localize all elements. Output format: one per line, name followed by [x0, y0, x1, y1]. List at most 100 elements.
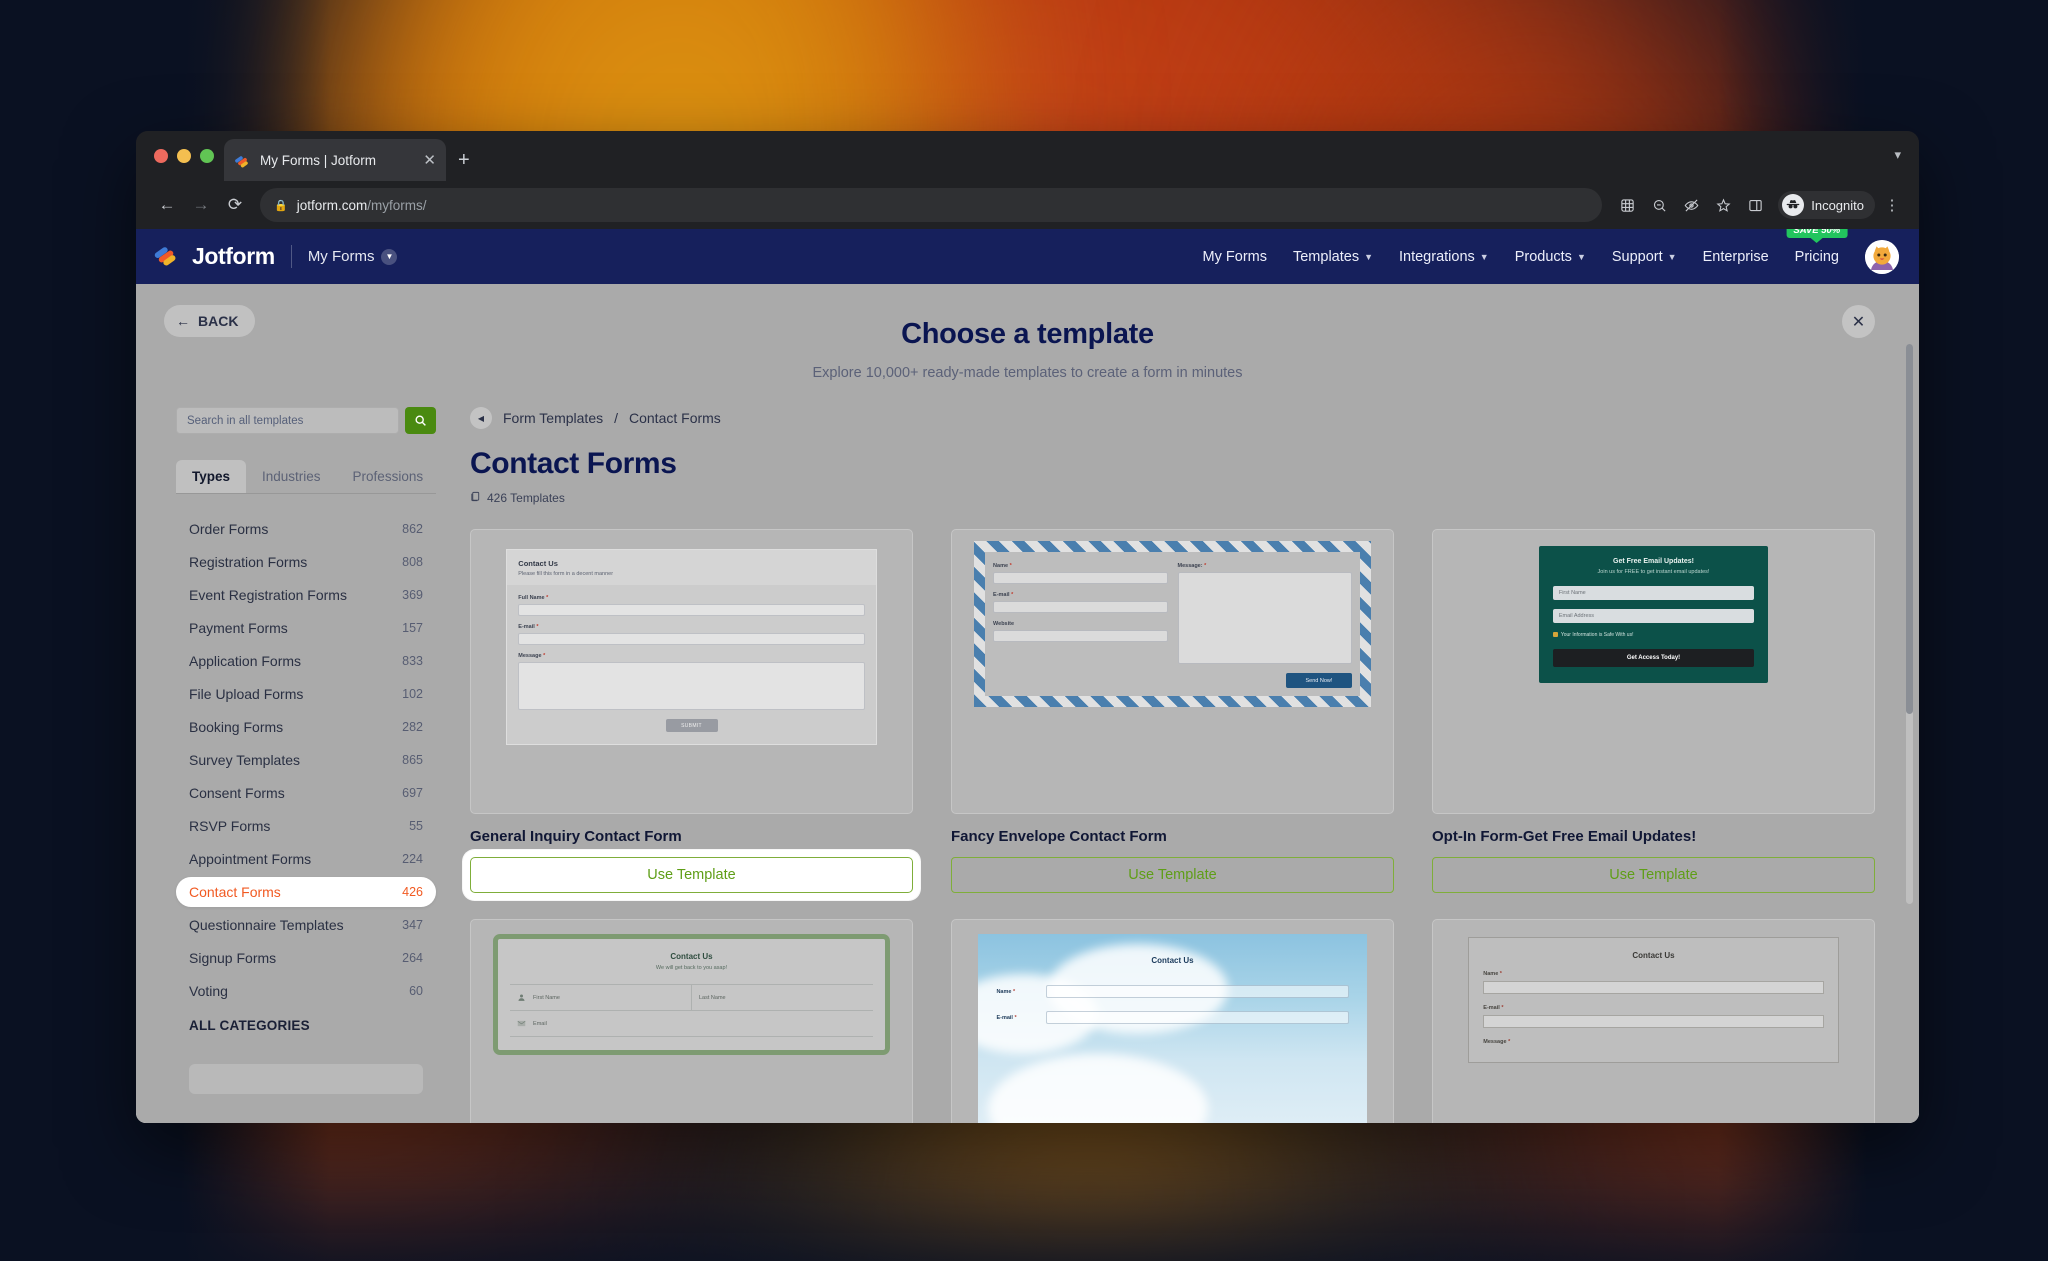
sidebar-item-contact-forms[interactable]: Contact Forms 426	[176, 877, 436, 907]
sidebar-item-survey-templates[interactable]: Survey Templates 865	[176, 745, 436, 775]
myforms-dropdown[interactable]: My Forms ▼	[308, 248, 398, 265]
tab-title: My Forms | Jotform	[260, 152, 377, 168]
browser-tab-strip: My Forms | Jotform ✕ + ▾	[136, 131, 1919, 181]
star-icon[interactable]	[1708, 190, 1738, 220]
preview-field-last-name: Last Name	[691, 985, 873, 1010]
preview-field-label: Message *	[518, 653, 546, 659]
back-navigation-button[interactable]: ←	[150, 188, 184, 222]
category-count: 264	[402, 951, 423, 965]
sidebar-item-questionnaire-templates[interactable]: Questionnaire Templates 347	[176, 910, 436, 940]
eye-off-icon[interactable]	[1676, 190, 1706, 220]
category-count: 865	[402, 753, 423, 767]
preview-subheading: We will get back to you asap!	[655, 965, 728, 971]
template-card[interactable]: Contact Us Name * E-mail * Message *	[1432, 919, 1875, 1123]
preview-input	[518, 604, 865, 616]
category-label: Consent Forms	[189, 785, 285, 801]
nav-link-templates[interactable]: Templates ▼	[1293, 249, 1373, 265]
sidebar-item-rsvp-forms[interactable]: RSVP Forms 55	[176, 811, 436, 841]
category-count: 697	[402, 786, 423, 800]
template-card[interactable]: Contact Us Name * E-mail *	[951, 919, 1394, 1123]
sidebar-item-event-registration-forms[interactable]: Event Registration Forms 369	[176, 580, 436, 610]
sidebar-item-payment-forms[interactable]: Payment Forms 157	[176, 613, 436, 643]
reload-button[interactable]: ⟳	[218, 188, 252, 222]
close-window-button[interactable]	[154, 149, 168, 163]
grid-icon[interactable]	[1612, 190, 1642, 220]
jotform-header: Jotform My Forms ▼ My Forms Templates ▼ …	[136, 229, 1919, 284]
use-template-button[interactable]: Use Template	[470, 857, 913, 893]
preview-input	[993, 630, 1168, 642]
nav-link-support[interactable]: Support ▼	[1612, 249, 1677, 265]
template-preview[interactable]: Contact Us Please fill this form in a de…	[470, 529, 913, 814]
modal-scroll-area[interactable]: ← BACK ✕ Choose a template Explore 10,00…	[136, 284, 1919, 1123]
sidebar-item-voting[interactable]: Voting 60	[176, 976, 436, 1006]
search-button[interactable]	[405, 407, 436, 434]
template-preview[interactable]: Get Free Email Updates! Join us for FREE…	[1432, 529, 1875, 814]
use-template-button[interactable]: Use Template	[1432, 857, 1875, 893]
sidebar-item-application-forms[interactable]: Application Forms 833	[176, 646, 436, 676]
forward-navigation-button[interactable]: →	[184, 188, 218, 222]
template-preview[interactable]: Name * E-mail * Website Message: * Send …	[951, 529, 1394, 814]
use-template-button[interactable]: Use Template	[951, 857, 1394, 893]
template-preview[interactable]: Contact Us We will get back to you asap!	[470, 919, 913, 1123]
breadcrumb-root[interactable]: Form Templates	[503, 410, 603, 426]
sidebar-partial-item[interactable]	[189, 1064, 423, 1094]
tab-close-icon[interactable]: ✕	[423, 153, 436, 168]
close-modal-button[interactable]: ✕	[1842, 305, 1875, 338]
back-button[interactable]: ← BACK	[164, 305, 256, 337]
template-card[interactable]: Contact Us We will get back to you asap!	[470, 919, 913, 1123]
preview-submit-button: SUBMIT	[665, 719, 718, 732]
nav-link-products[interactable]: Products ▼	[1515, 249, 1586, 265]
category-count: 369	[402, 588, 423, 602]
profile-chip[interactable]: Incognito	[1778, 191, 1875, 219]
nav-link-my-forms[interactable]: My Forms	[1203, 249, 1267, 265]
address-bar[interactable]: 🔒 jotform.com/myforms/	[260, 188, 1603, 222]
preview-field-label: Name *	[996, 988, 1016, 995]
nav-label: Support	[1611, 248, 1663, 265]
tab-industries[interactable]: Industries	[246, 460, 337, 493]
preview-textarea	[1177, 572, 1352, 664]
sidebar-item-order-forms[interactable]: Order Forms 862	[176, 514, 436, 544]
tab-professions[interactable]: Professions	[337, 460, 440, 493]
sidebar-item-booking-forms[interactable]: Booking Forms 282	[176, 712, 436, 742]
preview-field-label: E-mail *	[1483, 1005, 1504, 1011]
sidebar-item-appointment-forms[interactable]: Appointment Forms 224	[176, 844, 436, 874]
sidebar-item-consent-forms[interactable]: Consent Forms 697	[176, 778, 436, 808]
category-count: 224	[402, 852, 423, 866]
kebab-menu-icon[interactable]: ⋮	[1879, 196, 1905, 214]
preview-field-email: Email	[510, 1011, 873, 1036]
template-card[interactable]: Name * E-mail * Website Message: * Send …	[951, 529, 1394, 893]
template-preview[interactable]: Contact Us Name * E-mail *	[951, 919, 1394, 1123]
all-categories-link[interactable]: ALL CATEGORIES	[176, 1009, 436, 1042]
modal-scrollbar-thumb[interactable]	[1906, 344, 1913, 714]
sidebar-item-signup-forms[interactable]: Signup Forms 264	[176, 943, 436, 973]
side-panel-icon[interactable]	[1740, 190, 1770, 220]
caret-left-icon[interactable]: ◀	[470, 407, 492, 429]
chevron-down-icon[interactable]: ▾	[1894, 147, 1901, 163]
nav-link-pricing[interactable]: SAVE 50% Pricing	[1786, 229, 1848, 265]
minimize-window-button[interactable]	[177, 149, 191, 163]
search-input[interactable]	[176, 407, 399, 434]
window-traffic-lights[interactable]	[154, 149, 214, 163]
template-card[interactable]: Contact Us Please fill this form in a de…	[470, 529, 913, 893]
avatar[interactable]	[1865, 239, 1899, 274]
new-tab-button[interactable]: +	[458, 150, 470, 170]
template-card[interactable]: Get Free Email Updates! Join us for FREE…	[1432, 529, 1875, 893]
sidebar-item-file-upload-forms[interactable]: File Upload Forms 102	[176, 679, 436, 709]
category-count: 426	[402, 885, 423, 899]
category-label: Voting	[189, 983, 228, 999]
preview-field-label: Full Name *	[518, 595, 549, 601]
preview-heading: Contact Us	[518, 559, 558, 568]
nav-label: Pricing	[1794, 248, 1839, 265]
nav-link-integrations[interactable]: Integrations ▼	[1399, 249, 1489, 265]
preview-input	[1483, 981, 1824, 994]
zoom-out-icon[interactable]	[1644, 190, 1674, 220]
jotform-logo[interactable]: Jotform	[154, 243, 275, 270]
maximize-window-button[interactable]	[200, 149, 214, 163]
tab-types[interactable]: Types	[176, 460, 247, 493]
nav-link-enterprise[interactable]: Enterprise	[1703, 249, 1769, 265]
preview-input	[1046, 1011, 1349, 1024]
browser-tab[interactable]: My Forms | Jotform ✕	[224, 139, 446, 181]
template-preview[interactable]: Contact Us Name * E-mail * Message *	[1432, 919, 1875, 1123]
person-icon	[517, 993, 526, 1002]
sidebar-item-registration-forms[interactable]: Registration Forms 808	[176, 547, 436, 577]
